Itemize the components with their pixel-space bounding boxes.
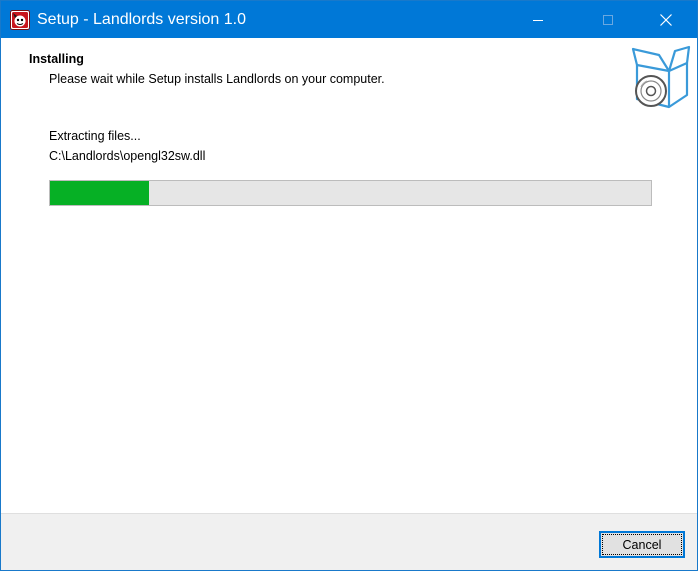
cancel-button[interactable]: Cancel bbox=[599, 531, 685, 558]
status-text: Extracting files... bbox=[49, 129, 141, 143]
wizard-header: Installing Please wait while Setup insta… bbox=[1, 38, 697, 114]
maximize-button[interactable] bbox=[585, 1, 631, 38]
maximize-icon bbox=[603, 14, 613, 25]
progress-bar bbox=[49, 180, 652, 206]
installer-window: Setup - Landlords version 1.0 Installing… bbox=[0, 0, 698, 571]
progress-bar-fill bbox=[50, 181, 149, 205]
close-icon bbox=[660, 13, 672, 26]
current-file-path: C:\Landlords\opengl32sw.dll bbox=[49, 149, 206, 163]
minimize-button[interactable] bbox=[515, 1, 561, 38]
close-button[interactable] bbox=[643, 1, 689, 38]
window-title: Setup - Landlords version 1.0 bbox=[37, 11, 247, 28]
page-subheading: Please wait while Setup installs Landlor… bbox=[49, 72, 385, 86]
title-bar[interactable]: Setup - Landlords version 1.0 bbox=[1, 1, 697, 38]
software-box-disc-icon bbox=[631, 45, 691, 109]
minimize-icon bbox=[533, 19, 543, 21]
app-icon bbox=[10, 10, 30, 30]
page-heading: Installing bbox=[29, 52, 84, 66]
wizard-footer: Cancel bbox=[1, 513, 697, 570]
